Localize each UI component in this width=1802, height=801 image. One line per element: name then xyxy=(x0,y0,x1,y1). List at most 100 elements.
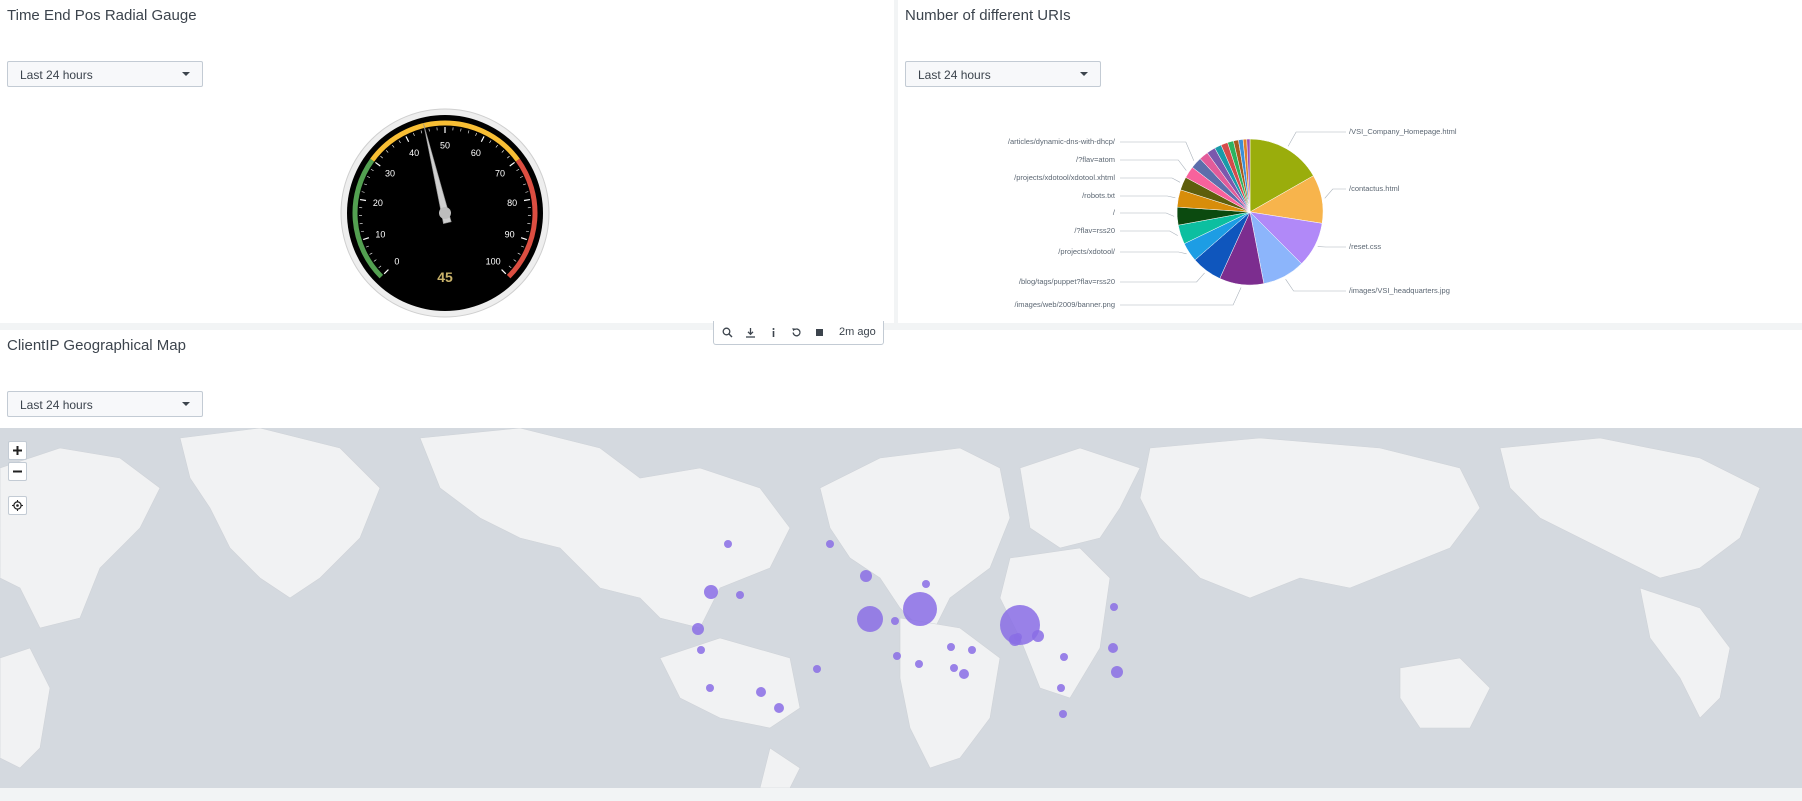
uri-pie-chart xyxy=(1120,131,1346,306)
pie-leader-line xyxy=(1120,159,1187,171)
map-marker[interactable] xyxy=(922,580,930,588)
map-marker[interactable] xyxy=(692,623,704,635)
pie-leader-line xyxy=(1120,251,1187,255)
gauge-tick-label: 10 xyxy=(375,230,385,240)
map-marker[interactable] xyxy=(756,687,766,697)
landmass xyxy=(1499,437,1761,579)
landmass xyxy=(1639,587,1731,719)
minus-icon xyxy=(13,470,22,473)
map-marker[interactable] xyxy=(915,660,923,668)
search-icon[interactable] xyxy=(718,323,738,343)
map-marker[interactable] xyxy=(736,591,744,599)
gauge-tick-label: 90 xyxy=(505,230,515,240)
pie-label: /images/VSI_headquarters.jpg xyxy=(1349,286,1450,295)
map-marker[interactable] xyxy=(1057,684,1065,692)
uri-panel-title: Number of different URIs xyxy=(905,7,1071,24)
uri-time-range-dropdown[interactable]: Last 24 hours xyxy=(905,61,1101,87)
pie-label: /blog/tags/puppet?flav=rss20 xyxy=(1018,277,1115,286)
zoom-in-button[interactable] xyxy=(8,441,27,460)
chevron-down-icon xyxy=(182,402,190,406)
pie-label: /VSI_Company_Homepage.html xyxy=(1349,127,1457,136)
pie-leader-line xyxy=(1120,230,1178,236)
gauge-tick-label: 80 xyxy=(507,198,517,208)
locate-button[interactable] xyxy=(8,496,27,515)
chevron-down-icon xyxy=(1080,72,1088,76)
map-marker[interactable] xyxy=(826,540,834,548)
landmass xyxy=(179,428,381,599)
pie-label: /reset.css xyxy=(1349,242,1382,251)
last-refresh-time: 2m ago xyxy=(839,326,876,338)
gauge-tick-label: 100 xyxy=(486,257,501,267)
gauge-tick-label: 20 xyxy=(373,198,383,208)
map-marker[interactable] xyxy=(959,669,969,679)
gauge-panel: Time End Pos Radial Gauge Last 24 hours … xyxy=(0,0,894,323)
gauge-tick-label: 60 xyxy=(471,148,481,158)
map-marker[interactable] xyxy=(891,617,899,625)
stop-icon[interactable] xyxy=(810,323,830,343)
pie-leader-line xyxy=(1120,141,1195,161)
landmass xyxy=(1019,447,1141,549)
download-icon[interactable] xyxy=(741,323,761,343)
landmass xyxy=(1139,437,1481,599)
gauge-tick-label: 0 xyxy=(394,257,399,267)
map-marker[interactable] xyxy=(950,664,958,672)
map-marker[interactable] xyxy=(893,652,901,660)
map-marker[interactable] xyxy=(968,646,976,654)
map-canvas[interactable] xyxy=(0,428,1802,788)
plus-icon xyxy=(13,446,22,455)
chevron-down-icon xyxy=(182,72,190,76)
map-marker[interactable] xyxy=(1032,630,1044,642)
gauge-tick-label: 70 xyxy=(495,169,505,179)
gauge-hub xyxy=(439,207,451,219)
map-marker[interactable] xyxy=(860,570,872,582)
gauge-tick-label: 50 xyxy=(440,141,450,151)
refresh-icon[interactable] xyxy=(787,323,807,343)
pie-leader-line xyxy=(1324,188,1346,199)
gauge-panel-title: Time End Pos Radial Gauge xyxy=(7,7,197,24)
map-marker[interactable] xyxy=(697,646,705,654)
world-map[interactable] xyxy=(0,428,1802,788)
pie-leader-line xyxy=(1120,177,1181,183)
pie-label: /articles/dynamic-dns-with-dhcp/ xyxy=(1007,137,1115,146)
map-marker[interactable] xyxy=(706,684,714,692)
map-marker[interactable] xyxy=(857,606,883,632)
landmass xyxy=(659,637,801,729)
map-marker[interactable] xyxy=(947,643,955,651)
pie-leader-line xyxy=(1287,131,1346,147)
info-icon[interactable] xyxy=(764,323,784,343)
radial-gauge: 0 10 20 30 40 50 60 70 80 90 100 45 xyxy=(340,108,550,318)
zoom-out-button[interactable] xyxy=(8,462,27,481)
gauge-value: 45 xyxy=(437,269,453,285)
map-time-range-dropdown[interactable]: Last 24 hours xyxy=(7,391,203,417)
map-marker[interactable] xyxy=(813,665,821,673)
map-marker[interactable] xyxy=(1111,666,1123,678)
pie-label: /images/web/2009/banner.png xyxy=(1014,300,1116,309)
pie-label: /contactus.html xyxy=(1349,184,1400,193)
gauge-time-range-dropdown[interactable]: Last 24 hours xyxy=(7,61,203,87)
panel-toolbar: 2m ago xyxy=(713,321,884,345)
map-marker[interactable] xyxy=(704,585,718,599)
pie-label: /projects/xdotool/xdotool.xhtml xyxy=(1014,173,1115,182)
pie-leader-line xyxy=(1285,278,1346,292)
map-marker[interactable] xyxy=(1060,653,1068,661)
landmass xyxy=(419,428,791,629)
pie-label: / xyxy=(1112,208,1115,217)
map-marker[interactable] xyxy=(1009,634,1021,646)
map-marker[interactable] xyxy=(1108,643,1118,653)
landmass xyxy=(899,617,1001,769)
pie-label: /projects/xdotool/ xyxy=(1058,247,1115,256)
map-marker[interactable] xyxy=(1110,603,1118,611)
pie-label: /robots.txt xyxy=(1082,191,1115,200)
map-marker[interactable] xyxy=(903,592,937,626)
pie-leader-line xyxy=(1120,212,1175,217)
pie-leader-line xyxy=(1120,195,1176,199)
map-marker[interactable] xyxy=(1059,710,1067,718)
landmass xyxy=(1399,657,1491,729)
map-marker[interactable] xyxy=(724,540,732,548)
crosshair-icon xyxy=(12,500,23,511)
pie-label: /?flav=atom xyxy=(1076,155,1115,164)
landmass xyxy=(759,747,801,788)
pie-leader-line xyxy=(1120,272,1205,283)
map-marker[interactable] xyxy=(774,703,784,713)
landmass xyxy=(0,647,51,769)
